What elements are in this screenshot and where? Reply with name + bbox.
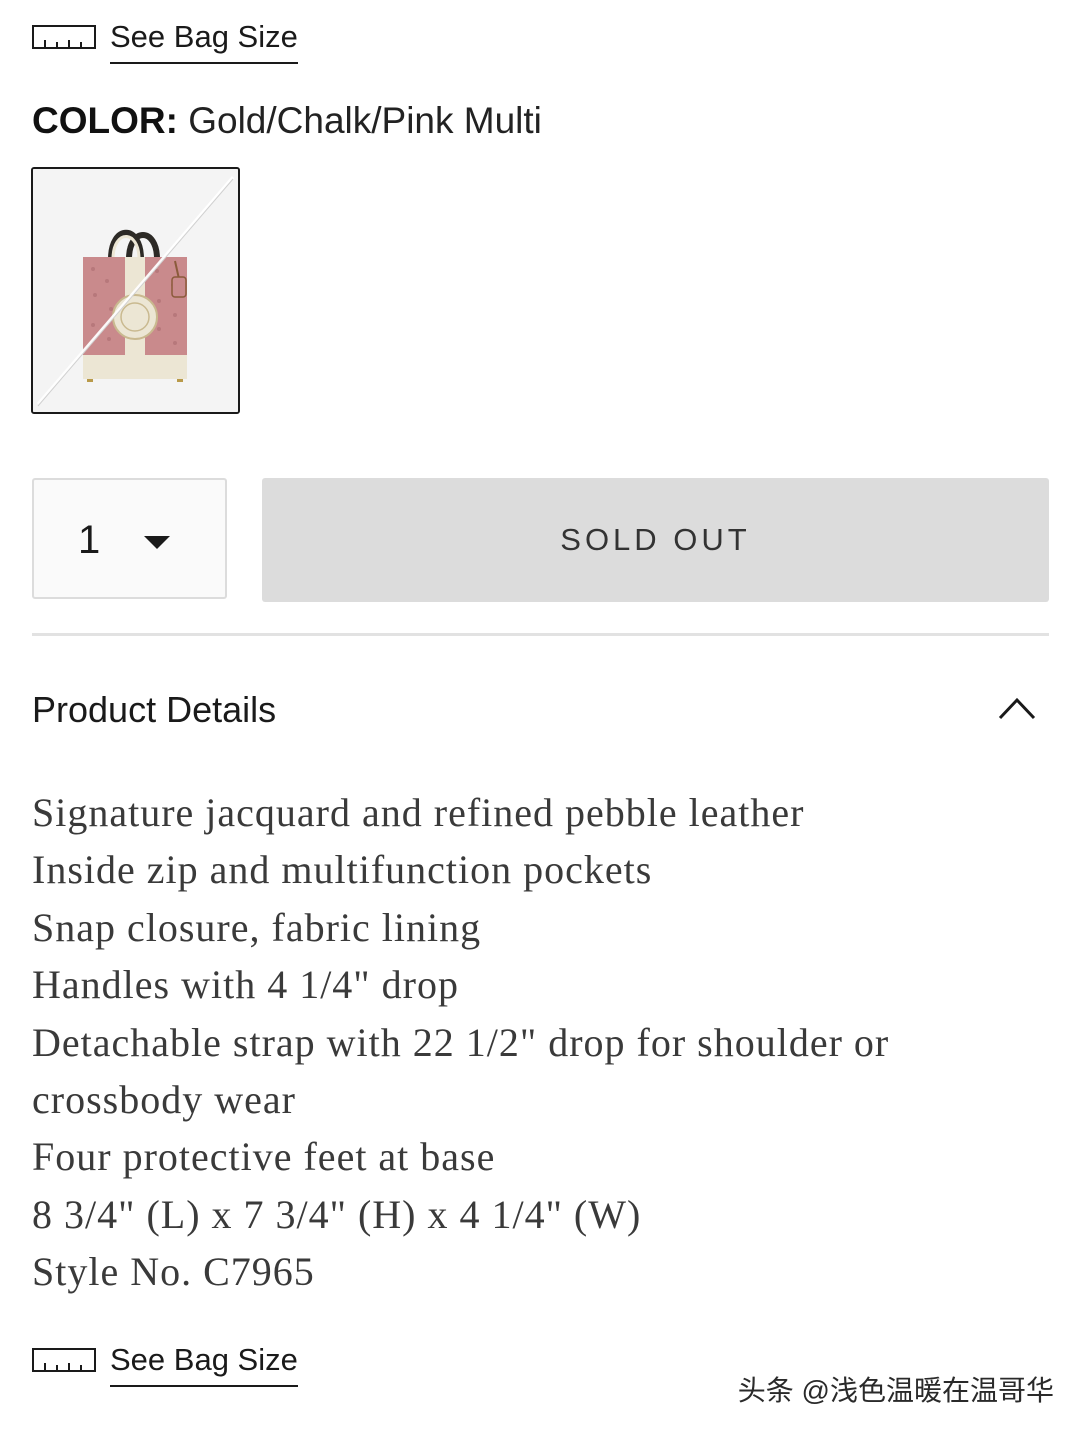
ruler-icon: [32, 1348, 96, 1372]
product-details-toggle[interactable]: Product Details: [32, 684, 1049, 736]
color-value: Gold/Chalk/Pink Multi: [188, 100, 542, 141]
chevron-up-icon: [998, 697, 1036, 720]
chevron-down-icon: [144, 536, 170, 549]
color-swatch-selected[interactable]: [31, 167, 240, 414]
list-item: Four protective feet at base: [32, 1134, 496, 1180]
product-details-list: Signature jacquard and refined pebble le…: [32, 784, 1032, 1301]
ruler-icon: [32, 25, 96, 49]
quantity-value: 1: [78, 518, 101, 562]
list-item: 8 3/4" (L) x 7 3/4" (H) x 4 1/4" (W): [32, 1191, 642, 1237]
divider: [32, 633, 1049, 636]
color-label: COLOR: Gold/Chalk/Pink Multi: [32, 98, 542, 144]
quantity-select[interactable]: 1: [32, 478, 227, 599]
see-bag-size-link-top[interactable]: See Bag Size: [32, 18, 298, 64]
tote-bag-thumbnail: [33, 169, 238, 412]
product-page: See Bag Size COLOR: Gold/Chalk/Pink Mult…: [0, 0, 1080, 1430]
see-bag-size-label[interactable]: See Bag Size: [110, 18, 298, 64]
list-item: Style No. C7965: [32, 1249, 315, 1295]
see-bag-size-label[interactable]: See Bag Size: [110, 1341, 298, 1387]
product-details-title: Product Details: [32, 689, 277, 730]
see-bag-size-link-bottom[interactable]: See Bag Size: [32, 1341, 298, 1387]
sold-out-label: SOLD OUT: [560, 522, 751, 557]
list-item: Inside zip and multifunction pockets: [32, 847, 653, 893]
color-key: COLOR:: [32, 100, 178, 141]
list-item: Detachable strap with 22 1/2" drop for s…: [32, 1019, 890, 1123]
list-item: Snap closure, fabric lining: [32, 904, 482, 950]
sold-out-button[interactable]: SOLD OUT: [262, 478, 1049, 602]
watermark-text: 头条 @浅色温暖在温哥华: [737, 1375, 1054, 1406]
list-item: Signature jacquard and refined pebble le…: [32, 790, 805, 835]
list-item: Handles with 4 1/4" drop: [32, 962, 459, 1008]
